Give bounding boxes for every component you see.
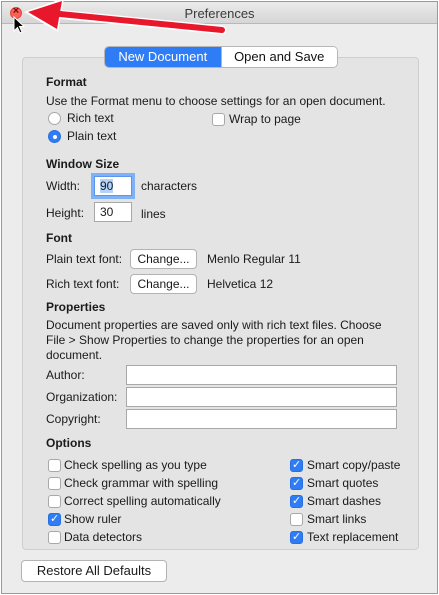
data-detectors-label: Data detectors — [64, 530, 143, 544]
properties-desc-line3: document. — [46, 348, 103, 362]
correct-spelling-label: Correct spelling automatically — [64, 494, 221, 508]
organization-field[interactable] — [126, 387, 397, 407]
smart-copy-label: Smart copy/paste — [307, 458, 401, 472]
smart-links-checkbox[interactable] — [290, 513, 303, 526]
text-replacement-checkbox[interactable] — [290, 530, 303, 544]
rich-text-label: Rich text — [67, 111, 114, 125]
smart-quotes-checkbox[interactable] — [290, 476, 303, 490]
check-grammar-checkbox[interactable] — [48, 477, 61, 490]
check-grammar-label: Check grammar with spelling — [64, 476, 219, 490]
smart-copy-checkbox[interactable] — [290, 458, 303, 472]
plain-text-radio[interactable] — [48, 130, 61, 143]
smart-dashes-checkbox[interactable] — [290, 494, 303, 508]
options-heading: Options — [46, 436, 92, 450]
copyright-field[interactable] — [126, 409, 397, 429]
smart-quotes-label: Smart quotes — [307, 476, 379, 490]
plain-font-value: Menlo Regular 11 — [207, 252, 301, 266]
font-heading: Font — [46, 231, 72, 245]
smart-links-label: Smart links — [307, 512, 367, 526]
height-unit: lines — [141, 207, 166, 221]
cursor-icon — [13, 16, 25, 34]
show-ruler-label: Show ruler — [64, 512, 122, 526]
data-detectors-checkbox[interactable] — [48, 531, 61, 544]
height-label: Height: — [46, 206, 85, 220]
correct-spelling-checkbox[interactable] — [48, 495, 61, 508]
height-field[interactable]: 30 — [94, 202, 132, 222]
rich-text-radio[interactable] — [48, 112, 61, 125]
width-unit: characters — [141, 179, 198, 193]
author-field[interactable] — [126, 365, 397, 385]
smart-dashes-label: Smart dashes — [307, 494, 382, 508]
restore-defaults-button[interactable]: Restore All Defaults — [21, 560, 167, 582]
rich-font-change-button[interactable]: Change... — [130, 274, 197, 294]
format-heading: Format — [46, 75, 87, 89]
author-label: Author: — [46, 368, 85, 382]
rich-text-font-label: Rich text font: — [46, 277, 120, 291]
properties-heading: Properties — [46, 300, 106, 314]
plain-text-label: Plain text — [67, 129, 117, 143]
red-arrow-icon — [24, 0, 227, 35]
plain-text-font-label: Plain text font: — [46, 252, 123, 266]
show-ruler-checkbox[interactable] — [48, 512, 61, 526]
width-value: 90 — [100, 179, 114, 193]
properties-desc-line1: Document properties are saved only with … — [46, 318, 382, 332]
wrap-to-page-checkbox[interactable] — [212, 113, 225, 126]
properties-desc-line2: File > Show Properties to change the pro… — [46, 333, 364, 347]
rich-font-value: Helvetica 12 — [207, 277, 274, 291]
preferences-window: × Preferences New Document Open and Save… — [1, 1, 438, 594]
width-field[interactable]: 90 — [94, 176, 132, 196]
wrap-to-page-label: Wrap to page — [229, 112, 301, 126]
check-spelling-label: Check spelling as you type — [64, 458, 207, 472]
text-replacement-label: Text replacement — [307, 530, 399, 544]
copyright-label: Copyright: — [46, 412, 101, 426]
organization-label: Organization: — [46, 390, 118, 404]
window-size-heading: Window Size — [46, 157, 120, 171]
check-spelling-checkbox[interactable] — [48, 459, 61, 472]
format-description: Use the Format menu to choose settings f… — [46, 94, 386, 108]
plain-font-change-button[interactable]: Change... — [130, 249, 197, 269]
width-label: Width: — [46, 179, 81, 193]
